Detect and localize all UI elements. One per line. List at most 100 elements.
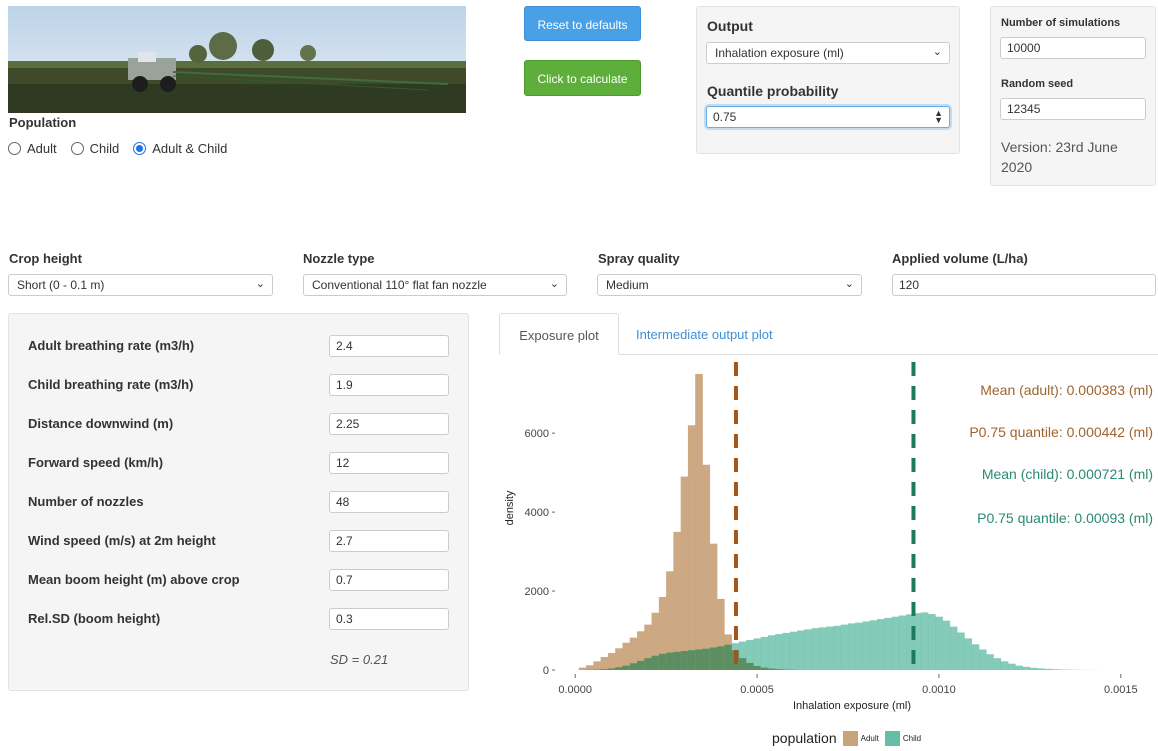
radio-child-button[interactable]: [70, 142, 84, 155]
radio-adult-label: Adult: [27, 141, 57, 156]
tab-exposure-plot[interactable]: Exposure plot: [499, 313, 619, 355]
chevron-down-icon: ⌄: [932, 46, 942, 58]
overlap-bar: [775, 669, 783, 670]
overlap-bar: [666, 652, 674, 670]
radio-adult-button[interactable]: [8, 142, 21, 155]
radio-adult-child-label: Adult & Child: [152, 141, 228, 156]
plot-tabs: Exposure plot Intermediate output plot: [499, 313, 1158, 355]
child-bar: [971, 644, 980, 670]
adult-breathing-rate-input[interactable]: 2.4: [329, 335, 449, 357]
quantile-input-value: 0.75: [713, 110, 737, 124]
overlap-bar: [615, 667, 623, 670]
y-axis-label: density: [504, 490, 516, 525]
y-tick-label: 2000: [525, 586, 549, 598]
child-bar: [1000, 661, 1009, 670]
seed-input-value: 12345: [1007, 102, 1041, 116]
child-bar: [884, 617, 892, 670]
spinner-icon[interactable]: ▲ ▼: [934, 109, 943, 125]
child-bar: [964, 638, 972, 670]
wind-speed-input[interactable]: 2.7: [329, 530, 449, 552]
adult-bar: [695, 373, 703, 670]
wind-speed-value: 2.7: [336, 534, 353, 548]
applied-volume-input[interactable]: 120: [892, 274, 1156, 296]
number-of-nozzles-label: Number of nozzles: [28, 494, 144, 509]
radio-adult-child-button[interactable]: [133, 142, 147, 155]
child-bar: [789, 631, 798, 670]
adult-breathing-rate-value: 2.4: [336, 339, 353, 353]
chart-legend: population Adult Child: [772, 730, 927, 746]
x-tick-label: 0.0000: [558, 684, 592, 696]
child-bar: [767, 635, 776, 670]
y-tick-label: 4000: [525, 507, 549, 519]
reset-button[interactable]: Reset to defaults: [524, 6, 641, 41]
rel-sd-input[interactable]: 0.3: [329, 608, 449, 630]
seed-input[interactable]: 12345: [1000, 98, 1146, 120]
adult-bar: [680, 476, 689, 670]
adult-bar: [600, 656, 609, 670]
child-bar: [877, 619, 885, 670]
child-bar: [782, 632, 791, 670]
overlap-bar: [724, 644, 732, 670]
radio-adult-child[interactable]: Adult & Child: [133, 141, 227, 156]
crop-height-label: Crop height: [9, 251, 82, 266]
radio-child[interactable]: Child: [70, 141, 120, 156]
sprayer-photo: [8, 6, 466, 113]
overlap-bar: [753, 666, 761, 670]
adult-bar: [586, 665, 594, 670]
number-of-nozzles-value: 48: [336, 495, 350, 509]
overlap-bar: [629, 663, 638, 670]
overlap-bar: [637, 660, 645, 670]
spray-quality-label: Spray quality: [598, 251, 680, 266]
exposure-histogram-chart: 0 2000 4000 6000 0.0000 0.0005 0.0010 0.0015 M…: [504, 362, 1153, 712]
number-of-nozzles-input[interactable]: 48: [329, 491, 449, 513]
forward-speed-input[interactable]: 12: [329, 452, 449, 474]
wind-speed-label: Wind speed (m/s) at 2m height: [28, 533, 216, 548]
adult-bar: [578, 667, 587, 670]
quantile-label: Quantile probability: [707, 83, 839, 99]
child-bar: [869, 620, 878, 670]
spray-quality-select[interactable]: Medium ⌄: [597, 274, 862, 296]
adult-bar: [593, 661, 601, 670]
child-bar: [818, 627, 827, 670]
child-bar: [1008, 663, 1016, 670]
spray-quality-value: Medium: [606, 278, 649, 292]
y-tick-label: 6000: [525, 428, 549, 440]
child-breathing-rate-input[interactable]: 1.9: [329, 374, 449, 396]
chevron-down-icon: ⌄: [844, 278, 854, 290]
radio-adult[interactable]: Adult: [8, 141, 57, 156]
child-bar: [1051, 669, 1060, 670]
child-bar: [826, 626, 834, 670]
overlap-bar: [738, 658, 747, 670]
quantile-input[interactable]: 0.75 ▲ ▼: [706, 106, 950, 128]
adult-breathing-rate-label: Adult breathing rate (m3/h): [28, 338, 195, 353]
crop-height-select[interactable]: Short (0 - 0.1 m) ⌄: [8, 274, 273, 296]
x-axis-label: Inhalation exposure (ml): [793, 700, 911, 712]
distance-downwind-input[interactable]: 2.25: [329, 413, 449, 435]
output-select[interactable]: Inhalation exposure (ml) ⌄: [706, 42, 950, 64]
seed-label: Random seed: [1001, 78, 1074, 90]
radio-child-label: Child: [89, 141, 120, 156]
child-bar: [1015, 665, 1023, 670]
legend-title: population: [772, 730, 837, 746]
mean-boom-height-input[interactable]: 0.7: [329, 569, 449, 591]
child-bar: [855, 622, 863, 670]
child-bar: [942, 620, 951, 670]
child-bar: [891, 616, 900, 670]
child-bar: [862, 621, 871, 670]
child-bar: [920, 612, 929, 670]
adult-annotation: Mean (adult): 0.000383 (ml): [980, 382, 1153, 398]
overlap-bar: [702, 648, 711, 670]
child-breathing-rate-value: 1.9: [336, 378, 353, 392]
child-bar: [760, 636, 769, 670]
child-bar: [978, 649, 987, 670]
tab-intermediate-output-plot[interactable]: Intermediate output plot: [636, 313, 773, 355]
nsim-input[interactable]: 10000: [1000, 37, 1146, 59]
overlap-bar: [680, 651, 689, 670]
overlap-bar: [658, 653, 667, 670]
adult-bar: [687, 425, 696, 670]
calculate-button[interactable]: Click to calculate: [524, 60, 641, 96]
child-bar: [811, 628, 820, 670]
rel-sd-label: Rel.SD (boom height): [28, 611, 161, 626]
nozzle-type-select[interactable]: Conventional 110° flat fan nozzle ⌄: [303, 274, 567, 296]
forward-speed-value: 12: [336, 456, 350, 470]
